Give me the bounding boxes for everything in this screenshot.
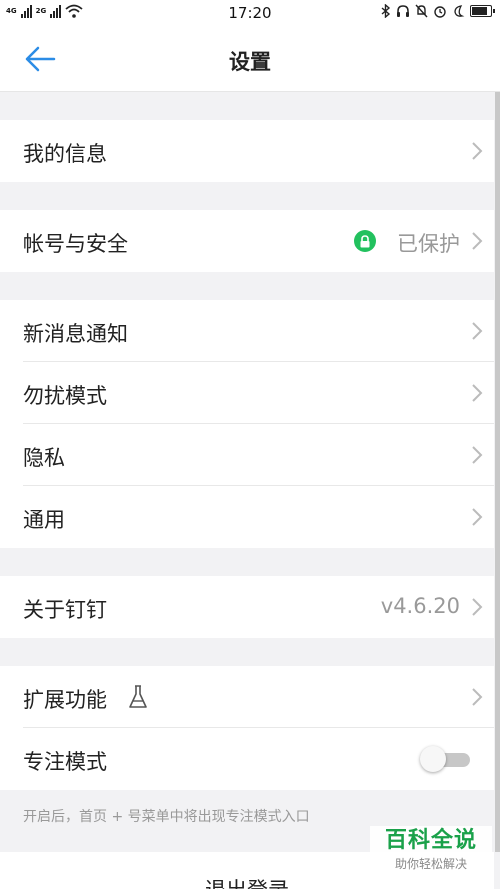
row-label: 勿扰模式: [23, 384, 107, 408]
settings-row-new-message-notify[interactable]: 新消息通知: [0, 300, 494, 362]
row-label: 扩展功能: [23, 688, 107, 712]
flask-icon: [129, 685, 147, 708]
moon-icon: [454, 5, 465, 17]
chevron-right-icon: [472, 322, 483, 340]
bluetooth-icon: [381, 4, 391, 18]
chevron-right-icon: [472, 232, 483, 250]
row-label: 通用: [23, 508, 65, 532]
chevron-right-icon: [472, 508, 483, 526]
status-bar: 4G 2G 17:20: [0, 0, 500, 26]
page-title: 设置: [229, 50, 271, 74]
watermark-title: 百科全说: [384, 828, 477, 853]
row-label: 帐号与安全: [23, 232, 128, 256]
nav-bar: 设置: [0, 26, 500, 92]
settings-row-about[interactable]: 关于钉钉 v4.6.20: [0, 576, 494, 638]
chevron-right-icon: [472, 688, 483, 706]
app-version: v4.6.20: [380, 594, 460, 618]
alarm-icon: [434, 6, 446, 18]
chevron-right-icon: [472, 384, 483, 402]
settings-row-general[interactable]: 通用: [0, 486, 494, 548]
battery-icon: [470, 5, 495, 17]
chevron-right-icon: [472, 446, 483, 464]
settings-row-extensions[interactable]: 扩展功能: [0, 666, 494, 728]
settings-row-my-info[interactable]: 我的信息: [0, 120, 494, 182]
status-icons: [381, 4, 495, 18]
row-label: 我的信息: [23, 142, 107, 166]
lock-icon: [354, 230, 376, 252]
row-label: 隐私: [23, 446, 65, 470]
row-label: 新消息通知: [23, 322, 128, 346]
chevron-right-icon: [472, 598, 483, 616]
bell-off-icon: [415, 4, 428, 18]
settings-row-do-not-disturb[interactable]: 勿扰模式: [0, 362, 494, 424]
settings-row-focus-mode: 专注模式: [0, 728, 494, 790]
row-label: 关于钉钉: [23, 598, 107, 622]
scrollbar[interactable]: [495, 92, 500, 852]
chevron-right-icon: [472, 142, 483, 160]
focus-mode-toggle[interactable]: [420, 746, 474, 772]
headset-icon: [397, 5, 409, 17]
settings-row-account-security[interactable]: 帐号与安全 已保护: [0, 210, 494, 272]
toggle-knob: [420, 746, 446, 772]
settings-row-privacy[interactable]: 隐私: [0, 424, 494, 486]
focus-mode-hint: 开启后，首页 + 号菜单中将出现专注模式入口: [23, 809, 310, 825]
watermark-subtitle: 助你轻松解决: [394, 857, 467, 871]
account-security-status: 已保护: [397, 232, 460, 256]
watermark-logo: 百科全说 助你轻松解决: [370, 826, 492, 882]
row-label: 专注模式: [23, 750, 107, 774]
